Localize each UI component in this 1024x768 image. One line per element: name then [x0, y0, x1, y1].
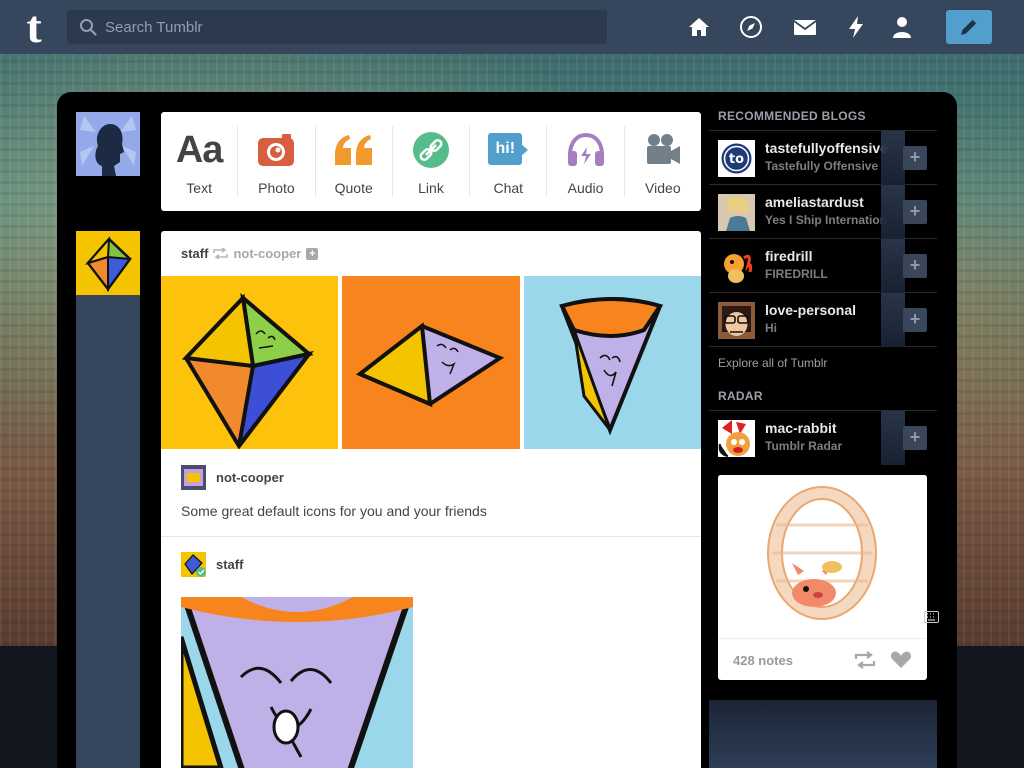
radar-card-footer: 428 notes — [718, 638, 927, 680]
radar-blog-item[interactable]: mac-rabbit Tumblr Radar + — [709, 411, 937, 465]
not-cooper-avatar[interactable] — [181, 465, 206, 490]
account-person-icon[interactable] — [889, 14, 915, 40]
staff-author-link[interactable]: staff — [216, 557, 243, 572]
recommended-blog-item[interactable]: ameliastardust Yes I Ship Internation + — [709, 185, 937, 239]
reblog-icon[interactable] — [854, 651, 876, 669]
recommended-blogs-title: RECOMMENDED BLOGS — [709, 104, 937, 131]
follow-button[interactable]: + — [903, 426, 927, 450]
post-type-chat[interactable]: hi! Chat — [470, 126, 548, 197]
post-type-bar: Aa Text Photo Quote Link hi! Chat Audio … — [161, 112, 701, 211]
to-logo-avatar: to — [718, 140, 755, 177]
photo-avatar — [718, 194, 755, 231]
user-silhouette-icon — [76, 112, 140, 176]
text-aa-icon: Aa — [175, 128, 224, 171]
follow-button[interactable]: + — [903, 146, 927, 170]
recommended-blog-item[interactable]: firedrill FIREDRILL + — [709, 239, 937, 293]
photo-camera-icon — [258, 134, 295, 166]
photoset[interactable] — [161, 276, 701, 449]
post-type-label: Text — [186, 180, 212, 196]
explore-all-link[interactable]: Explore all of Tumblr — [709, 347, 937, 384]
blog-shade — [881, 293, 905, 347]
post-type-link[interactable]: Link — [393, 126, 471, 197]
quote-marks-icon — [334, 135, 372, 165]
staff-avatar[interactable] — [76, 231, 140, 295]
reblog-arrows-icon — [213, 248, 229, 259]
my-avatar[interactable] — [76, 112, 140, 176]
blog-shade — [881, 131, 905, 185]
reblogged-from-link[interactable]: not-cooper — [233, 246, 301, 261]
follow-button[interactable]: + — [903, 200, 927, 224]
home-icon[interactable] — [686, 14, 712, 40]
keyboard-shortcuts-icon[interactable] — [924, 611, 939, 623]
svg-text:to: to — [729, 152, 744, 167]
search-box[interactable] — [67, 10, 607, 44]
tumblr-logo[interactable]: t — [17, 4, 51, 50]
photo-kite-orange[interactable] — [342, 276, 520, 449]
post-type-label: Video — [645, 180, 681, 196]
post-header: staff not-cooper + — [181, 246, 319, 261]
blog-shade — [881, 185, 905, 239]
follow-button[interactable]: + — [903, 308, 927, 332]
photo-kite-yellow[interactable] — [161, 276, 338, 449]
search-input[interactable] — [105, 10, 595, 44]
notes-count[interactable]: 428 notes — [733, 653, 793, 668]
reblog-author-row: not-cooper — [181, 465, 284, 490]
post-type-label: Audio — [567, 180, 604, 196]
search-icon — [80, 19, 97, 36]
post-divider — [161, 536, 701, 537]
inbox-mail-icon[interactable] — [792, 14, 818, 40]
flame-creature-avatar — [718, 248, 755, 285]
chat-bubble-icon: hi! — [488, 133, 529, 167]
sidebar: RECOMMENDED BLOGS to tastefullyoffensive… — [709, 104, 937, 680]
post-caption: Some great default icons for you and you… — [181, 503, 487, 519]
video-camera-icon — [646, 134, 680, 164]
audio-headphones-icon — [567, 133, 604, 166]
compose-pencil-icon — [961, 19, 977, 35]
follow-button[interactable]: + — [903, 254, 927, 278]
post-type-quote[interactable]: Quote — [316, 126, 393, 197]
post-type-label: Link — [418, 180, 444, 196]
activity-lightning-icon[interactable] — [843, 14, 869, 40]
sidebar-bottom-panel — [709, 700, 937, 768]
staff-mini-avatar[interactable] — [181, 552, 206, 577]
post-type-audio[interactable]: Audio — [547, 126, 625, 197]
recommended-blog-item[interactable]: love-personal Hi + — [709, 293, 937, 347]
radar-title: RADAR — [709, 384, 937, 411]
photo-kite-blue[interactable] — [524, 276, 701, 449]
post-type-label: Photo — [258, 180, 295, 196]
like-heart-icon[interactable] — [890, 651, 912, 669]
post-author-link[interactable]: staff — [181, 246, 208, 261]
blog-shade — [881, 239, 905, 293]
explore-compass-icon[interactable] — [738, 14, 764, 40]
post-type-text[interactable]: Aa Text — [161, 126, 239, 197]
blog-shade — [881, 411, 905, 465]
radar-post-card[interactable]: 428 notes — [718, 475, 927, 680]
post-type-video[interactable]: Video — [625, 126, 701, 197]
link-chain-icon — [412, 132, 449, 168]
radar-hamster-wheel-image[interactable] — [718, 475, 927, 638]
kite-drawing-icon — [76, 231, 140, 295]
post-type-label: Chat — [493, 180, 524, 196]
staff-author-row: staff — [181, 552, 243, 577]
cartoon-girl-avatar — [718, 302, 755, 339]
reblog-author-link[interactable]: not-cooper — [216, 470, 284, 485]
post-image-kite-face[interactable] — [181, 597, 413, 768]
post-card: staff not-cooper + not-cooper Some great… — [161, 231, 701, 768]
compose-button[interactable] — [946, 10, 992, 44]
mac-rabbit-avatar — [718, 420, 755, 457]
follow-plus-icon[interactable]: + — [306, 247, 319, 260]
post-type-photo[interactable]: Photo — [238, 126, 316, 197]
post-type-label: Quote — [334, 180, 373, 196]
post-avatar-column — [76, 231, 140, 768]
top-navigation-bar: t — [0, 0, 1024, 54]
recommended-blog-item[interactable]: to tastefullyoffensive Tastefully Offens… — [709, 131, 937, 185]
